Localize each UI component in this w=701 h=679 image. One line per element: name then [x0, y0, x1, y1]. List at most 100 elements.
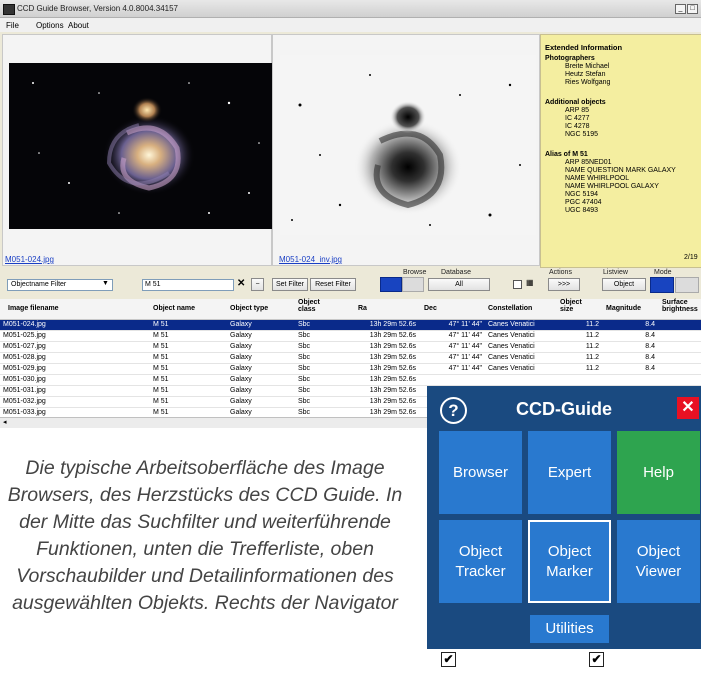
- table-cell: 11.2: [585, 321, 599, 328]
- table-row[interactable]: M051-029.jpg M 51 Galaxy Sbc 13h 29m 52.6s 47…: [0, 364, 701, 375]
- minimize-button[interactable]: _: [675, 4, 686, 14]
- preview-pane-inverted: M051-024_inv.jpg: [272, 34, 540, 266]
- table-cell: 8.4: [645, 332, 655, 339]
- scroll-left-icon[interactable]: ◂: [3, 418, 7, 426]
- set-filter-button[interactable]: Set Filter: [272, 278, 308, 291]
- browse-grid-icon[interactable]: [402, 277, 424, 292]
- clear-filter-icon[interactable]: ✕: [237, 278, 245, 289]
- table-cell: 8.4: [645, 343, 655, 350]
- table-cell: Galaxy: [230, 343, 252, 350]
- title-bar: CCD Guide Browser, Version 4.0.8004.3415…: [0, 0, 701, 18]
- table-cell: 13h 29m 52.6s: [369, 398, 416, 405]
- col-surface-brightness[interactable]: Surface brightness: [662, 299, 701, 313]
- table-cell: M 51: [153, 354, 169, 361]
- mode-label: Mode: [654, 269, 672, 276]
- help-tile[interactable]: Help: [617, 431, 700, 514]
- table-row[interactable]: M051-025.jpg M 51 Galaxy Sbc 13h 29m 52.6s 47…: [0, 331, 701, 342]
- col-object-type[interactable]: Object type: [230, 305, 268, 312]
- table-cell: 13h 29m 52.6s: [369, 376, 416, 383]
- menu-options[interactable]: Options: [36, 21, 64, 30]
- table-cell: M 51: [153, 398, 169, 405]
- col-object-size[interactable]: Object size: [560, 299, 596, 313]
- utilities-button[interactable]: Utilities: [530, 615, 609, 643]
- table-row[interactable]: M051-027.jpg M 51 Galaxy Sbc 13h 29m 52.6s 47…: [0, 342, 701, 353]
- table-cell: Sbc: [298, 409, 311, 416]
- galaxy-color-image[interactable]: [9, 63, 273, 229]
- table-cell: 47° 11' 44": [448, 343, 482, 350]
- object-marker-tile[interactable]: Object Marker: [528, 520, 611, 603]
- table-row[interactable]: M051-028.jpg M 51 Galaxy Sbc 13h 29m 52.6s 47…: [0, 353, 701, 364]
- dropdown-arrow-icon: ▼: [102, 280, 109, 287]
- table-cell: 13h 29m 52.6s: [369, 365, 416, 372]
- col-image-filename[interactable]: Image filename: [8, 305, 59, 312]
- table-cell: Sbc: [298, 332, 311, 339]
- expert-tile[interactable]: Expert: [528, 431, 611, 514]
- grid-view-icon[interactable]: ▦: [526, 278, 534, 287]
- app-icon: [3, 4, 15, 15]
- table-cell: 8.4: [645, 321, 655, 328]
- mode-observatory-icon[interactable]: [650, 277, 674, 293]
- object-viewer-tile[interactable]: Object Viewer: [617, 520, 700, 603]
- col-ra[interactable]: Ra: [358, 305, 367, 312]
- table-cell: 8.4: [645, 365, 655, 372]
- table-cell: M 51: [153, 387, 169, 394]
- table-cell: 13h 29m 52.6s: [369, 354, 416, 361]
- preview-pane-color: M051-024.jpg: [2, 34, 273, 266]
- mode-telescope-icon[interactable]: [675, 277, 699, 293]
- reset-filter-button[interactable]: Reset Filter: [310, 278, 356, 291]
- menu-bar: File Options About: [0, 18, 701, 32]
- database-label: Database: [441, 269, 471, 276]
- photographer-item: Ries Wolfgang: [565, 79, 611, 86]
- table-row[interactable]: M051-024.jpg M 51 Galaxy Sbc 13h 29m 52.6s 47…: [0, 320, 701, 331]
- col-constellation[interactable]: Constellation: [488, 305, 532, 312]
- close-button[interactable]: ✕: [677, 397, 699, 419]
- filter-type-select[interactable]: Objectname Filter ▼: [7, 279, 113, 291]
- table-row[interactable]: M051-030.jpg M 51 Galaxy Sbc 13h 29m 52.6s: [0, 375, 701, 386]
- photographers-heading: Photographers: [545, 55, 595, 62]
- object-tracker-tile[interactable]: Object Tracker: [439, 520, 522, 603]
- image-link-inverted[interactable]: M051-024_inv.jpg: [279, 255, 342, 264]
- col-dec[interactable]: Dec: [424, 305, 437, 312]
- browse-windows-icon[interactable]: [380, 277, 402, 292]
- actions-button[interactable]: >>>: [548, 278, 580, 291]
- table-cell: Galaxy: [230, 398, 252, 405]
- table-cell: 11.2: [585, 332, 599, 339]
- table-cell: Galaxy: [230, 365, 252, 372]
- alias-item: PGC 47404: [565, 199, 602, 206]
- menu-file[interactable]: File: [6, 21, 19, 30]
- additional-object-item: ARP 85: [565, 107, 589, 114]
- alias-item: ARP 85NED01: [565, 159, 612, 166]
- image-link-color[interactable]: M051-024.jpg: [5, 255, 54, 264]
- table-cell: M051-025.jpg: [3, 332, 46, 339]
- galaxy-inverted-image[interactable]: [280, 55, 536, 235]
- remove-filter-button[interactable]: −: [251, 278, 264, 291]
- database-select[interactable]: All: [428, 278, 490, 291]
- listview-label: Listview: [603, 269, 628, 276]
- table-cell: M 51: [153, 376, 169, 383]
- table-cell: M 51: [153, 365, 169, 372]
- additional-object-item: IC 4277: [565, 115, 590, 122]
- alias-item: NAME QUESTION MARK GALAXY: [565, 167, 676, 174]
- table-cell: M051-024.jpg: [3, 321, 46, 328]
- table-cell: Galaxy: [230, 387, 252, 394]
- col-object-name[interactable]: Object name: [153, 305, 195, 312]
- photographer-item: Heutz Stefan: [565, 71, 606, 78]
- stay-on-top-checkbox[interactable]: ✔: [589, 652, 604, 667]
- listview-select[interactable]: Object: [602, 278, 646, 291]
- table-cell: 13h 29m 52.6s: [369, 343, 416, 350]
- browser-tile[interactable]: Browser: [439, 431, 522, 514]
- table-cell: Canes Venatici: [488, 343, 535, 350]
- alias-item: NAME WHIRLPOOL: [565, 175, 630, 182]
- col-magnitude[interactable]: Magnitude: [606, 305, 641, 312]
- table-cell: Galaxy: [230, 332, 252, 339]
- table-cell: Galaxy: [230, 354, 252, 361]
- photographer-item: Breite Michael: [565, 63, 610, 70]
- filter-input[interactable]: M 51: [142, 279, 234, 291]
- autostart-checkbox[interactable]: ✔: [441, 652, 456, 667]
- col-object-class[interactable]: Object class: [298, 299, 338, 313]
- additional-object-item: IC 4278: [565, 123, 590, 130]
- menu-about[interactable]: About: [68, 21, 89, 30]
- maximize-button[interactable]: □: [687, 4, 698, 14]
- browse-label: Browse: [403, 269, 427, 276]
- select-checkbox[interactable]: [513, 280, 522, 289]
